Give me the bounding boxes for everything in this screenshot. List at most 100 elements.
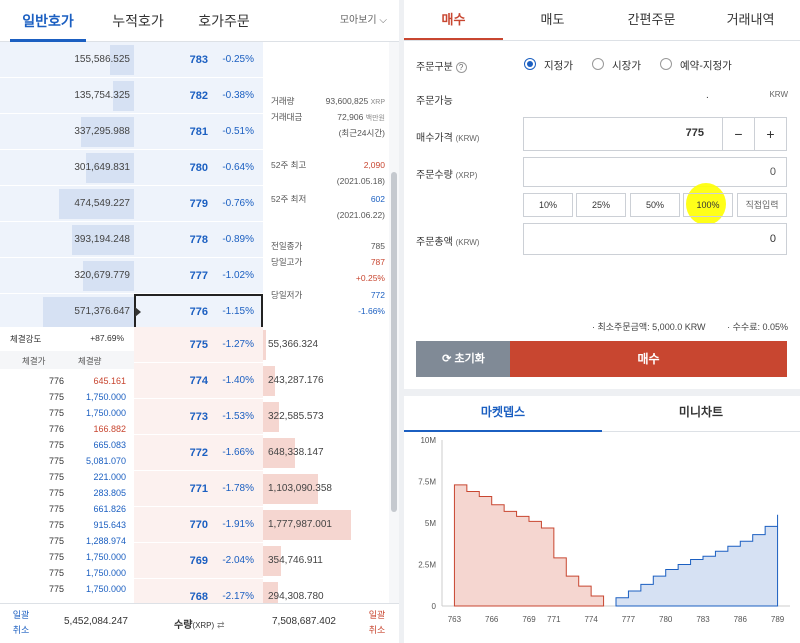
- group-view-dropdown[interactable]: 모아보기 ⌵: [340, 0, 387, 42]
- x-tick-label: 780: [659, 615, 673, 624]
- order-type-label: 주문구분 ?: [416, 58, 467, 73]
- info-low52-value: 602: [370, 194, 385, 204]
- total-input[interactable]: 0: [523, 223, 787, 255]
- bid-row[interactable]: 770 -1.91%: [134, 507, 263, 543]
- pct-50-button[interactable]: 50%: [630, 193, 680, 217]
- bid-volume: 354,746.911: [268, 555, 323, 566]
- bid-volume-list: 55,366.324 243,287.176 322,585.573 648,338.…: [263, 327, 389, 603]
- info-volume: 거래량 93,600,825 XRP: [271, 96, 385, 106]
- x-tick-label: 763: [448, 615, 462, 624]
- info-dayhigh-pct: +0.25%: [355, 273, 385, 283]
- swap-icon: ⇄: [216, 620, 225, 630]
- pct-100-button[interactable]: 100%: [683, 193, 733, 217]
- bulk-cancel-bid-button[interactable]: 일괄 취소: [364, 608, 390, 638]
- info-high52-value: 2,090: [363, 160, 385, 170]
- pct-10-button[interactable]: 10%: [523, 193, 573, 217]
- bid-change: -2.17%: [222, 591, 254, 602]
- available-unit: KRW: [769, 90, 788, 99]
- bid-volume-cell: 322,585.573: [263, 399, 389, 435]
- bid-change: -1.53%: [222, 411, 254, 422]
- bid-volume-cell: 354,746.911: [263, 543, 389, 579]
- qty-input[interactable]: 0: [523, 157, 787, 187]
- bid-volume: 1,103,090.358: [268, 483, 332, 494]
- pct-25-button[interactable]: 25%: [576, 193, 626, 217]
- bid-volume-cell: 1,103,090.358: [263, 471, 389, 507]
- depth-chart: 0 2.5M 5M 7.5M 10M 763 766 769 771 774 777 780 783 78…: [418, 436, 790, 624]
- info-day-high: 당일고가 787: [271, 257, 385, 267]
- tab-market-depth[interactable]: 마켓뎁스: [404, 396, 602, 432]
- bid-volume: 55,366.324: [268, 339, 319, 350]
- bid-row[interactable]: 775 -1.27%: [134, 327, 263, 363]
- ask-depth-area: [615, 514, 779, 607]
- bid-volume: 243,287.176: [268, 375, 324, 386]
- info-volume-value: 93,600,825: [325, 96, 369, 106]
- y-tick-label: 5M: [425, 519, 436, 528]
- y-tick-label: 2.5M: [418, 561, 436, 570]
- order-panel: 매수 매도 간편주문 거래내역 주문구분 ? 지정가 시장가 예약-지정가 주문…: [404, 0, 800, 389]
- info-low52-date: (2021.06.22): [336, 210, 385, 220]
- bid-change: -1.40%: [222, 375, 254, 386]
- bid-volume-cell: 1,777,987.001: [263, 507, 389, 543]
- orderbook-panel: 일반호가 누적호가 호가주문 모아보기 ⌵ 783 -0.25% 155,586.5…: [0, 0, 399, 643]
- tab-buy[interactable]: 매수: [404, 0, 503, 40]
- bid-row[interactable]: 774 -1.40%: [134, 363, 263, 399]
- total-label: 주문총액 (KRW): [416, 237, 480, 248]
- chevron-down-icon: ⌵: [379, 15, 387, 26]
- bid-volume-bar: [263, 330, 266, 360]
- bid-change: -1.66%: [222, 447, 254, 458]
- bid-volume: 1,777,987.001: [268, 519, 332, 530]
- price-value: 775: [685, 127, 704, 139]
- help-icon[interactable]: ?: [455, 62, 467, 73]
- qty-label: 주문수량 (XRP): [416, 170, 478, 181]
- tab-mini-chart[interactable]: 미니차트: [602, 396, 800, 432]
- bid-row[interactable]: 773 -1.53%: [134, 399, 263, 435]
- tab-simple-order[interactable]: 간편주문: [602, 0, 701, 40]
- price-plus-button[interactable]: +: [754, 118, 786, 150]
- info-volume-unit: XRP: [370, 99, 385, 106]
- min-order-note: · 최소주문금액: 5,000.0 KRW: [592, 322, 706, 332]
- bid-row[interactable]: 768 -2.17%: [134, 579, 263, 603]
- tab-trade-history[interactable]: 거래내역: [701, 0, 800, 40]
- x-tick-label: 766: [485, 615, 499, 624]
- orderbook-scrollbar[interactable]: [389, 42, 399, 603]
- total-value: 0: [769, 233, 776, 245]
- bid-row[interactable]: 772 -1.66%: [134, 435, 263, 471]
- price-minus-button[interactable]: −: [722, 118, 754, 150]
- radio-reserve-label: 예약-지정가: [680, 60, 732, 72]
- qty-unit-toggle[interactable]: 수량(XRP) ⇄: [174, 616, 225, 631]
- bid-volume-cell: 243,287.176: [263, 363, 389, 399]
- radio-market[interactable]: [592, 58, 604, 70]
- info-amount: 거래대금 72,906 백만원: [271, 112, 385, 122]
- bid-change: -1.78%: [222, 483, 254, 494]
- info-day-low: 당일저가 772: [271, 290, 385, 300]
- reset-button[interactable]: ⟳ 초기화: [416, 341, 511, 377]
- bulk-cancel-ask-button[interactable]: 일괄 취소: [8, 608, 34, 638]
- info-amount-note: (최근24시간): [338, 128, 385, 138]
- bid-total: 7,508,687.402: [272, 616, 336, 627]
- tab-sell[interactable]: 매도: [503, 0, 602, 40]
- x-tick-label: 783: [696, 615, 710, 624]
- info-high52: 52주 최고 2,090: [271, 160, 385, 170]
- orderbook-footer: 일괄 취소 5,452,084.247 수량(XRP) ⇄ 7,508,687.4…: [0, 603, 399, 643]
- bid-volume: 322,585.573: [268, 411, 324, 422]
- radio-limit[interactable]: [524, 58, 536, 70]
- available-label: 주문가능: [416, 96, 453, 107]
- radio-reserve[interactable]: [660, 58, 672, 70]
- buy-button[interactable]: 매수: [510, 341, 787, 377]
- y-tick-label: 0: [432, 602, 437, 611]
- fee-note: · 수수료: 0.05%: [727, 322, 788, 332]
- bid-volume-cell: 55,366.324: [263, 327, 389, 363]
- bid-volume-cell: 648,338.147: [263, 435, 389, 471]
- bid-row[interactable]: 771 -1.78%: [134, 471, 263, 507]
- radio-limit-label: 지정가: [544, 60, 573, 72]
- group-view-label: 모아보기: [339, 15, 377, 26]
- price-field[interactable]: 775 − +: [523, 117, 787, 151]
- bid-row[interactable]: 769 -2.04%: [134, 543, 263, 579]
- market-info: 거래량 93,600,825 XRP 거래대금 72,906 백만원 (최근24시간…: [263, 42, 389, 327]
- depth-panel: 마켓뎁스 미니차트 0 2.5M 5M 7.5M 10M 763 766 769 771 774 7…: [404, 396, 800, 643]
- info-daylow-value: 772: [370, 290, 385, 300]
- info-low52: 52주 최저 602: [271, 194, 385, 204]
- info-prev-close: 전일종가 785: [271, 241, 385, 251]
- direct-input-button[interactable]: 직접입력: [737, 193, 787, 217]
- scroll-thumb[interactable]: [391, 172, 397, 512]
